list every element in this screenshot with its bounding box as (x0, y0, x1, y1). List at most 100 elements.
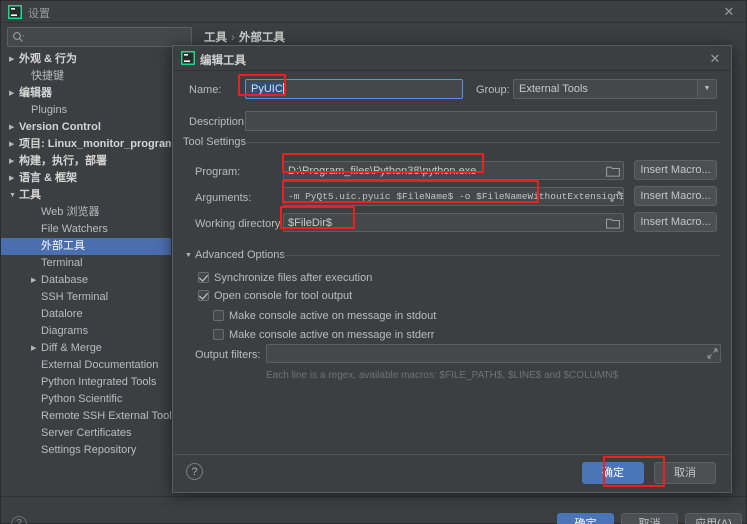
chevron-down-icon[interactable]: ▼ (185, 252, 192, 259)
sidebar-item-label: Plugins (31, 104, 68, 116)
section-divider (283, 255, 721, 256)
sidebar-item-label: Settings Repository (41, 444, 137, 456)
program-value: D:\Program_files\Python38\python.exe (288, 165, 477, 177)
chevron-down-icon[interactable]: ▼ (9, 187, 19, 204)
folder-icon[interactable] (606, 165, 620, 178)
close-icon[interactable]: ✕ (716, 3, 742, 21)
program-field[interactable]: D:\Program_files\Python38\python.exe (283, 161, 624, 180)
sidebar-item-external-documentation[interactable]: External Documentation (1, 357, 171, 374)
expand-icon[interactable] (610, 191, 621, 202)
sidebar-item-label: Python Integrated Tools (41, 376, 157, 388)
sidebar-item-label: Remote SSH External Tools (41, 410, 171, 422)
checkbox-checked-icon[interactable] (198, 290, 209, 301)
help-icon[interactable]: ? (186, 463, 203, 480)
program-insert-macro-button[interactable]: Insert Macro... (634, 160, 717, 180)
sidebar-item-label: 项目: Linux_monitor_program (19, 138, 171, 150)
window-title: 设置 (28, 8, 50, 20)
settings-apply-button[interactable]: 应用(A) (685, 513, 742, 524)
sidebar-item-diff-merge[interactable]: ▶ Diff & Merge (1, 340, 171, 357)
sidebar-item-[interactable]: ▶ 构建，执行，部署 (1, 153, 171, 170)
sidebar-item-[interactable]: 外部工具 (1, 238, 171, 255)
description-label: Description: (189, 116, 248, 128)
chevron-right-icon[interactable]: ▶ (31, 340, 41, 357)
sidebar-item-[interactable]: ▼ 工具 (1, 187, 171, 204)
output-filters-label: Output filters: (195, 349, 261, 361)
name-field[interactable]: PyUIC (245, 79, 463, 99)
sidebar-item-web[interactable]: Web 浏览器 (1, 204, 171, 221)
arguments-field[interactable]: -m PyQt5.uic.pyuic $FileName$ -o $FileNa… (283, 187, 624, 206)
checkbox-row-open-console-for-tool-output[interactable]: Open console for tool output (198, 290, 352, 302)
advanced-options-section-label[interactable]: Advanced Options (195, 249, 290, 261)
group-label: Group: (476, 84, 510, 96)
chevron-down-icon[interactable]: ▼ (697, 80, 716, 98)
checkbox-unchecked-icon[interactable] (213, 310, 224, 321)
settings-ok-button[interactable]: 确定 (557, 513, 614, 524)
sidebar-item-server-certificates[interactable]: Server Certificates (1, 425, 171, 442)
checkbox-row-make-console-active-on-message-in-stderr[interactable]: Make console active on message in stderr (213, 329, 434, 341)
dialog-cancel-button[interactable]: 取消 (654, 462, 716, 484)
output-filters-field[interactable] (266, 344, 721, 363)
sidebar-item-remote-ssh-external-tools[interactable]: Remote SSH External Tools (1, 408, 171, 425)
arguments-value: -m PyQt5.uic.pyuic $FileName$ -o $FileNa… (288, 191, 624, 202)
sidebar-item-label: Python Scientific (41, 393, 123, 405)
working-directory-field[interactable]: $FileDir$ (283, 213, 624, 232)
chevron-right-icon[interactable]: ▶ (9, 51, 19, 68)
sidebar-item-[interactable]: ▶ 语言 & 框架 (1, 170, 171, 187)
sidebar-item-datalore[interactable]: Datalore (1, 306, 171, 323)
section-divider (247, 142, 721, 143)
sidebar-item-linux-monitor-program[interactable]: ▶ 项目: Linux_monitor_program (1, 136, 171, 153)
sidebar-item-file-watchers[interactable]: File Watchers (1, 221, 171, 238)
checkbox-row-synchronize-files-after-execution[interactable]: Synchronize files after execution (198, 272, 372, 284)
sidebar-item-version-control[interactable]: ▶ Version Control (1, 119, 171, 136)
sidebar-item-python-integrated-tools[interactable]: Python Integrated Tools (1, 374, 171, 391)
tool-settings-section-label: Tool Settings (183, 136, 251, 148)
chevron-right-icon[interactable]: ▶ (9, 119, 19, 136)
description-field[interactable] (245, 111, 717, 131)
pycharm-icon (8, 5, 22, 19)
sidebar-item-database[interactable]: ▶ Database (1, 272, 171, 289)
breadcrumb-parent[interactable]: 工具 (204, 32, 227, 44)
sidebar-item-[interactable]: ▶ 外观 & 行为 (1, 51, 171, 68)
chevron-right-icon[interactable]: ▶ (9, 136, 19, 153)
sidebar-item-label: Terminal (41, 257, 83, 269)
dialog-close-icon[interactable]: ✕ (706, 50, 724, 67)
sidebar-item-label: Diagrams (41, 325, 89, 337)
arguments-insert-macro-button[interactable]: Insert Macro... (634, 186, 717, 206)
checkbox-row-make-console-active-on-message-in-stdout[interactable]: Make console active on message in stdout (213, 310, 436, 322)
chevron-right-icon[interactable]: ▶ (9, 170, 19, 187)
checkbox-label: Synchronize files after execution (214, 272, 373, 285)
sidebar-item-label: SSH Terminal (41, 291, 109, 303)
sidebar-item-label: External Documentation (41, 359, 159, 371)
sidebar-item-settings-repository[interactable]: Settings Repository (1, 442, 171, 459)
dialog-ok-button[interactable]: 确定 (582, 462, 644, 484)
dialog-titlebar: 编辑工具 ✕ (173, 46, 731, 71)
output-filters-hint: Each line is a regex, available macros: … (266, 370, 619, 381)
folder-icon[interactable] (606, 217, 620, 230)
help-icon[interactable]: ? (11, 516, 27, 524)
group-dropdown[interactable]: External Tools ▼ (513, 79, 717, 99)
breadcrumb-separator: › (231, 32, 235, 44)
settings-sidebar[interactable]: ▶ 外观 & 行为 快捷键 ▶ 编辑器 Plugins ▶ Version Control ▶ 项… (1, 51, 171, 509)
chevron-right-icon[interactable]: ▶ (31, 272, 41, 289)
sidebar-item-plugins[interactable]: Plugins (1, 102, 171, 119)
sidebar-item-label: 快捷键 (31, 70, 64, 82)
checkbox-unchecked-icon[interactable] (213, 329, 224, 340)
sidebar-item-ssh-terminal[interactable]: SSH Terminal (1, 289, 171, 306)
sidebar-item-terminal[interactable]: Terminal (1, 255, 171, 272)
sidebar-item-diagrams[interactable]: Diagrams (1, 323, 171, 340)
sidebar-item-[interactable]: ▶ 编辑器 (1, 85, 171, 102)
working-directory-insert-macro-button[interactable]: Insert Macro... (634, 212, 717, 232)
expand-icon[interactable] (707, 348, 718, 359)
sidebar-item-label: 语言 & 框架 (19, 172, 78, 184)
settings-cancel-button[interactable]: 取消 (621, 513, 678, 524)
search-input[interactable] (28, 28, 192, 48)
breadcrumb: 工具 › 外部工具 (204, 29, 285, 45)
name-label: Name: (189, 84, 222, 96)
chevron-right-icon[interactable]: ▶ (9, 153, 19, 170)
sidebar-item-python-scientific[interactable]: Python Scientific (1, 391, 171, 408)
checkbox-checked-icon[interactable] (198, 272, 209, 283)
sidebar-item-[interactable]: 快捷键 (1, 68, 171, 85)
search-box[interactable] (7, 27, 192, 48)
sidebar-item-label: 构建，执行，部署 (19, 155, 107, 167)
chevron-right-icon[interactable]: ▶ (9, 85, 19, 102)
